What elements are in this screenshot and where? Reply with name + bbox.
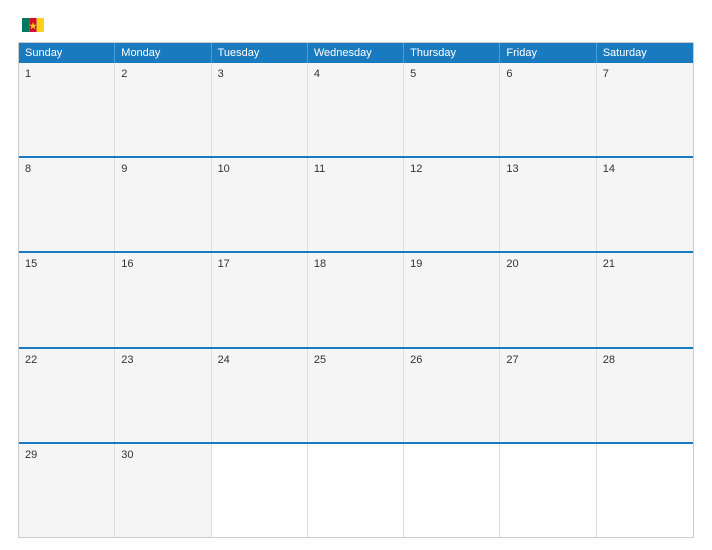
week-row-3: 15 16 17 18 19 20 21	[19, 251, 693, 346]
day-number: 10	[218, 163, 301, 175]
day-cell: 1	[19, 63, 115, 156]
day-number: 7	[603, 68, 687, 80]
day-cell: 5	[404, 63, 500, 156]
day-number: 27	[506, 354, 589, 366]
day-number: 4	[314, 68, 397, 80]
day-number: 8	[25, 163, 108, 175]
calendar-grid: SundayMondayTuesdayWednesdayThursdayFrid…	[18, 42, 694, 538]
day-cell: 28	[597, 349, 693, 442]
day-number: 20	[506, 258, 589, 270]
day-cell	[500, 444, 596, 537]
week-row-5: 29 30	[19, 442, 693, 537]
week-row-1: 1 2 3 4 5 6 7	[19, 63, 693, 156]
day-cell: 26	[404, 349, 500, 442]
day-cell: 10	[212, 158, 308, 251]
day-cell: 27	[500, 349, 596, 442]
day-number: 9	[121, 163, 204, 175]
day-number: 13	[506, 163, 589, 175]
day-number: 25	[314, 354, 397, 366]
day-header-saturday: Saturday	[597, 43, 693, 63]
calendar-header	[18, 18, 694, 32]
day-number: 5	[410, 68, 493, 80]
day-header-monday: Monday	[115, 43, 211, 63]
day-cell: 18	[308, 253, 404, 346]
day-cell: 16	[115, 253, 211, 346]
day-header-friday: Friday	[500, 43, 596, 63]
day-header-tuesday: Tuesday	[212, 43, 308, 63]
day-cell: 2	[115, 63, 211, 156]
calendar-weeks: 1234567891011121314151617181920212223242…	[19, 63, 693, 537]
day-cell: 11	[308, 158, 404, 251]
day-cell: 12	[404, 158, 500, 251]
day-cell: 29	[19, 444, 115, 537]
day-number: 12	[410, 163, 493, 175]
day-number: 21	[603, 258, 687, 270]
day-cell: 14	[597, 158, 693, 251]
day-cell	[404, 444, 500, 537]
day-cell: 13	[500, 158, 596, 251]
day-cell: 25	[308, 349, 404, 442]
day-cell: 30	[115, 444, 211, 537]
day-number: 11	[314, 163, 397, 175]
day-number: 22	[25, 354, 108, 366]
day-number: 30	[121, 449, 204, 461]
day-cell: 19	[404, 253, 500, 346]
day-number: 15	[25, 258, 108, 270]
day-cell: 4	[308, 63, 404, 156]
day-cell: 22	[19, 349, 115, 442]
day-header-wednesday: Wednesday	[308, 43, 404, 63]
day-cell	[212, 444, 308, 537]
day-number: 23	[121, 354, 204, 366]
day-number: 14	[603, 163, 687, 175]
day-number: 28	[603, 354, 687, 366]
day-number: 18	[314, 258, 397, 270]
day-cell: 15	[19, 253, 115, 346]
day-number: 17	[218, 258, 301, 270]
day-cell	[308, 444, 404, 537]
day-cell: 9	[115, 158, 211, 251]
day-cell: 6	[500, 63, 596, 156]
day-number: 24	[218, 354, 301, 366]
day-cell: 3	[212, 63, 308, 156]
day-number: 2	[121, 68, 204, 80]
day-number: 19	[410, 258, 493, 270]
calendar-page: SundayMondayTuesdayWednesdayThursdayFrid…	[0, 0, 712, 550]
day-number: 26	[410, 354, 493, 366]
day-cell: 21	[597, 253, 693, 346]
day-cell: 23	[115, 349, 211, 442]
day-cell: 8	[19, 158, 115, 251]
day-number: 1	[25, 68, 108, 80]
day-header-thursday: Thursday	[404, 43, 500, 63]
week-row-4: 22 23 24 25 26 27 28	[19, 347, 693, 442]
day-header-sunday: Sunday	[19, 43, 115, 63]
day-cell	[597, 444, 693, 537]
day-number: 3	[218, 68, 301, 80]
week-row-2: 8 9 10 11 12 13 14	[19, 156, 693, 251]
day-cell: 20	[500, 253, 596, 346]
day-cell: 7	[597, 63, 693, 156]
day-headers-row: SundayMondayTuesdayWednesdayThursdayFrid…	[19, 43, 693, 63]
day-cell: 24	[212, 349, 308, 442]
logo	[18, 18, 44, 32]
logo-flag-icon	[22, 18, 44, 32]
day-number: 16	[121, 258, 204, 270]
day-number: 29	[25, 449, 108, 461]
day-cell: 17	[212, 253, 308, 346]
day-number: 6	[506, 68, 589, 80]
